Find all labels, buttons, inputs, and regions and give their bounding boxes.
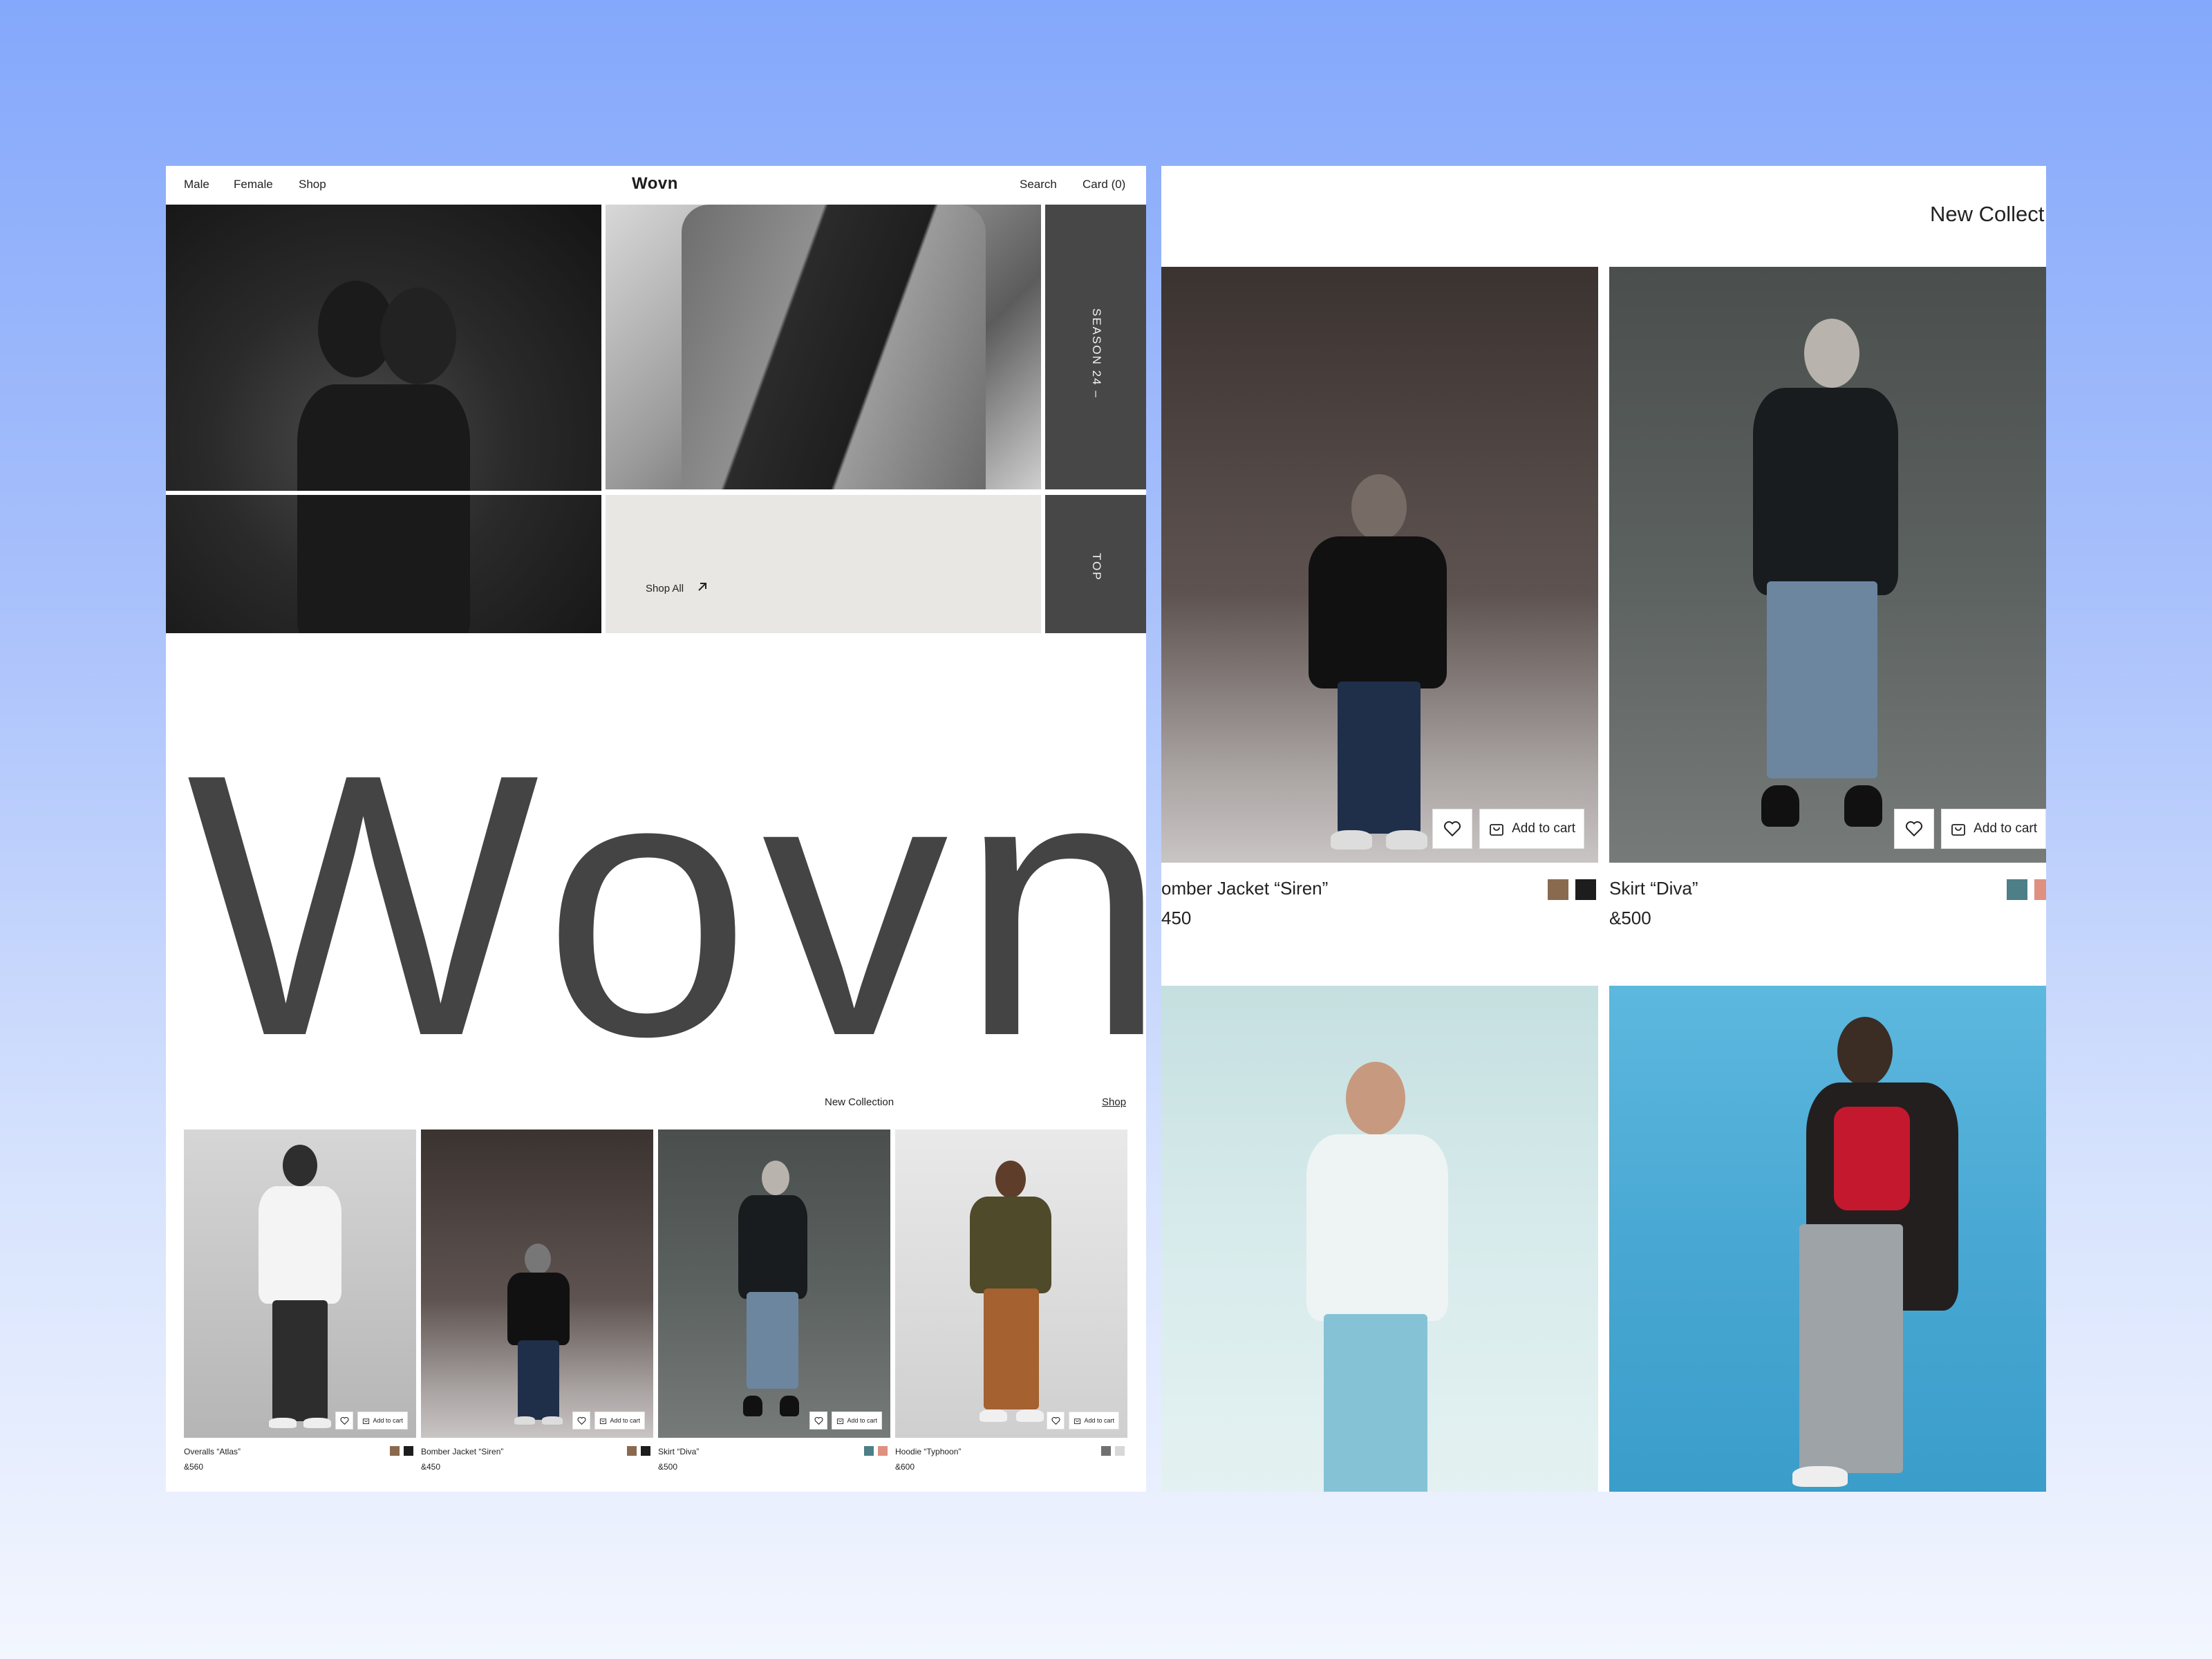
wishlist-button[interactable]: [1894, 809, 1935, 849]
season-label: SEASON 24 –: [1090, 308, 1103, 399]
shopping-bag-icon: [600, 1418, 607, 1424]
product-name[interactable]: Overalls “Atlas”: [184, 1447, 241, 1456]
color-swatch[interactable]: [864, 1446, 874, 1456]
product-price: &600: [895, 1462, 915, 1472]
landing-page-panel: Male Female Shop Wovn Search Card (0) Sh…: [166, 166, 1146, 1492]
shopping-bag-icon: [837, 1418, 844, 1424]
nav-female-link[interactable]: Female: [234, 178, 273, 191]
wishlist-button[interactable]: [1432, 809, 1473, 849]
add-to-cart-button[interactable]: Add to cart: [832, 1412, 882, 1430]
product-name[interactable]: Hoodie “Typhoon”: [895, 1447, 961, 1456]
color-swatch[interactable]: [404, 1446, 413, 1456]
shop-all-link[interactable]: Shop All: [646, 583, 684, 594]
nav-male-link[interactable]: Male: [184, 178, 209, 191]
add-to-cart-button[interactable]: Add to cart: [1069, 1412, 1119, 1430]
product-card-image[interactable]: Add to cart: [184, 1130, 416, 1438]
wishlist-button[interactable]: [1047, 1412, 1065, 1430]
heart-icon: [1051, 1416, 1060, 1425]
add-to-cart-button[interactable]: Add to cart: [357, 1412, 408, 1430]
product-name[interactable]: omber Jacket “Siren”: [1161, 878, 1328, 899]
product-card-image[interactable]: [1161, 986, 1598, 1492]
color-swatch[interactable]: [1101, 1446, 1111, 1456]
product-card-image[interactable]: Add to cart: [895, 1130, 1127, 1438]
color-swatch[interactable]: [641, 1446, 650, 1456]
shopping-bag-icon: [363, 1418, 370, 1424]
heart-icon: [814, 1416, 823, 1425]
product-price: &500: [658, 1462, 678, 1472]
product-card-image[interactable]: Add to cart: [658, 1130, 890, 1438]
season-side-panel[interactable]: SEASON 24 –: [1045, 205, 1146, 489]
color-swatch[interactable]: [2007, 879, 2027, 900]
color-swatch[interactable]: [1115, 1446, 1125, 1456]
collection-shop-link[interactable]: Shop: [1102, 1096, 1126, 1108]
heart-icon: [1906, 821, 1923, 837]
top-side-panel[interactable]: TOP: [1045, 495, 1146, 633]
product-price: &560: [184, 1462, 204, 1472]
big-brand-wordmark: Wovn: [187, 697, 1146, 1114]
wishlist-button[interactable]: [809, 1412, 828, 1430]
arrow-up-right-icon: [698, 583, 706, 591]
shopping-bag-icon: [1951, 824, 1966, 836]
product-price: &450: [421, 1462, 441, 1472]
product-name[interactable]: Skirt “Diva”: [1609, 878, 1698, 899]
brand-logo[interactable]: Wovn: [632, 174, 678, 194]
product-price: 450: [1161, 908, 1192, 928]
nav-shop-link[interactable]: Shop: [299, 178, 326, 191]
product-price: &500: [1609, 908, 1651, 928]
shopping-bag-icon: [1490, 824, 1504, 836]
add-to-cart-button[interactable]: Add to cart: [594, 1412, 645, 1430]
cart-link[interactable]: Card (0): [1082, 178, 1125, 191]
shopping-bag-icon: [1074, 1418, 1081, 1424]
color-swatch[interactable]: [1575, 879, 1596, 900]
collection-title: New Collection: [825, 1096, 894, 1108]
product-card-image[interactable]: Add to cart: [421, 1130, 653, 1438]
product-card-image[interactable]: Add to cart: [1161, 267, 1598, 863]
add-to-cart-button[interactable]: Add to cart: [1941, 809, 2046, 849]
heart-icon: [340, 1416, 349, 1425]
wishlist-button[interactable]: [335, 1412, 354, 1430]
product-name[interactable]: Bomber Jacket “Siren”: [421, 1447, 503, 1456]
collection-heading: New Collect: [1930, 202, 2045, 226]
hero-divider: [166, 491, 601, 495]
product-name[interactable]: Skirt “Diva”: [658, 1447, 699, 1456]
color-swatch[interactable]: [390, 1446, 400, 1456]
heart-icon: [577, 1416, 586, 1425]
color-swatch[interactable]: [2034, 879, 2046, 900]
color-swatch[interactable]: [627, 1446, 637, 1456]
product-card-image[interactable]: [1609, 986, 2046, 1492]
heart-icon: [1444, 821, 1461, 837]
wishlist-button[interactable]: [572, 1412, 591, 1430]
shop-all-card[interactable]: Shop All: [606, 495, 1041, 633]
search-link[interactable]: Search: [1020, 178, 1057, 191]
hero-photo-women-dark: [166, 205, 601, 633]
product-card-image[interactable]: Add to cart: [1609, 267, 2046, 863]
top-label: TOP: [1090, 553, 1103, 581]
hero-photo-coat: [606, 205, 1041, 489]
add-to-cart-button[interactable]: Add to cart: [1479, 809, 1584, 849]
collection-page-panel: New Collect Add to cart omber Jacket “Si…: [1161, 166, 2046, 1492]
color-swatch[interactable]: [1548, 879, 1568, 900]
color-swatch[interactable]: [878, 1446, 888, 1456]
